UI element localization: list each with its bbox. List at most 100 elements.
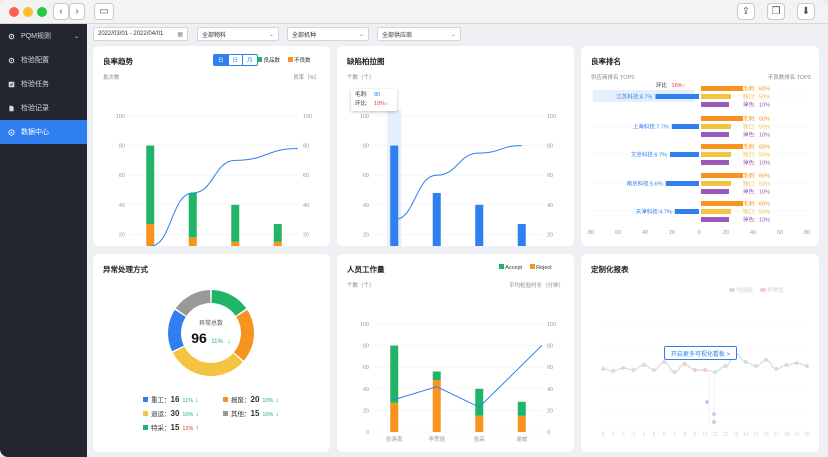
exception-name: 报废： — [231, 397, 251, 404]
chevron-down-icon: ⌄ — [450, 32, 456, 38]
sidebar-item-pqm-rules[interactable]: PQM规则 ⌄ — [0, 24, 87, 48]
chevron-right-icon: › — [75, 6, 79, 17]
sidebar-icon: ▭ — [99, 6, 109, 17]
defect-label: 掉色: — [743, 101, 756, 109]
reject-bar — [390, 402, 399, 432]
y-right-tick-label: 80 — [547, 344, 553, 350]
y-tick-label: 100 — [360, 114, 369, 120]
y-right-tick-label: 80 — [547, 144, 553, 150]
title-bar: ‹ › ▭ ⇪ ❐ ⬇ — [0, 0, 828, 24]
defect-label: 毛刺: — [743, 172, 756, 180]
accept-bar — [517, 401, 526, 416]
x-tick-label: 李思瑶 — [428, 435, 445, 443]
sidebar-toggle-button[interactable]: ▭ — [94, 3, 114, 20]
share-icon: ⇪ — [741, 6, 751, 17]
date-range-picker[interactable]: 2022/03/01 - 2022/04/01 ▦ — [93, 27, 188, 41]
donut-center-ratio: 11% — [211, 339, 223, 345]
exception-card: 异常处理方式 异常总数 96 11% ↓ 重工：16 11% ↓ 报废：20 10% ↓ 退… — [93, 254, 330, 452]
defect-bar — [701, 209, 731, 214]
sidebar-item-label: 检验记录 — [21, 105, 49, 112]
tabs-button[interactable]: ❐ — [767, 3, 785, 20]
defect-value: 10% — [759, 133, 770, 139]
y-tick-label: 100 — [116, 114, 125, 120]
y-tick-label: 40 — [363, 203, 369, 209]
defect-bar — [701, 173, 743, 178]
exception-name: 特采： — [151, 425, 171, 432]
y-tick-label: 80 — [363, 344, 369, 350]
defect-bar — [390, 145, 399, 246]
y-right-tick-label: 0 — [547, 430, 550, 436]
model-select[interactable]: 全部机种 ⌄ — [287, 27, 369, 41]
defect-bar — [701, 217, 729, 222]
supplier-label: 上海科技:7.7% — [633, 123, 669, 131]
arrow-down-icon: ↓ — [275, 411, 279, 418]
close-window-button[interactable] — [9, 7, 19, 17]
material-select[interactable]: 全部物料 ⌄ — [197, 27, 279, 41]
good-bar — [273, 224, 282, 242]
sidebar-item-data-center[interactable]: 数据中心 — [0, 120, 87, 144]
custom-report-card: 定制化报表 均测值 异常值 0 1 2 3 4 5 6 7 8 9 10 11 12 13 14 15 16 17… — [581, 254, 819, 452]
x-tick-label: 0 — [697, 230, 700, 236]
legend-swatch — [223, 397, 228, 402]
exception-legend-item: 退运：30 10% ↓ — [143, 408, 199, 418]
share-button[interactable]: ⇪ — [737, 3, 755, 20]
defect-bar — [701, 160, 729, 165]
arrow-down-icon: ↓ — [195, 411, 199, 418]
yield-trend-card: 良率趋势 日 日 月 良品数 不良数 批次数 良率（%） 00202040406… — [93, 46, 330, 246]
bad-bar — [146, 224, 155, 246]
model-value: 全部机种 — [292, 32, 317, 39]
exception-legend-item: 其他：15 10% ↓ — [223, 408, 279, 418]
y-tick-label: 80 — [119, 144, 125, 150]
staff-workload-chart: 0 0 20 20 40 40 60 60 80 80 100 100 张洛南 李思瑶 张高 谢威 — [360, 322, 556, 443]
defect-label: 毛刺: — [743, 143, 756, 151]
defect-value: 50% — [759, 153, 770, 159]
donut-center: 异常总数 96 11% ↓ — [181, 318, 241, 348]
supplier-bar — [665, 181, 699, 186]
forward-button[interactable]: › — [69, 3, 85, 20]
y-tick-label: 20 — [119, 232, 125, 238]
cumulative-line — [394, 145, 522, 221]
x-tick-label: 张洛南 — [386, 435, 403, 443]
maximize-window-button[interactable] — [37, 7, 47, 17]
exception-ratio: 10% — [262, 398, 274, 404]
defect-label: 掉色: — [743, 159, 756, 167]
chevron-down-icon: ⌄ — [268, 32, 274, 38]
defect-value: 10% — [759, 190, 770, 196]
download-button[interactable]: ⬇ — [797, 3, 815, 20]
arrow-up-icon: ↑ — [195, 425, 199, 432]
minimize-window-button[interactable] — [23, 7, 33, 17]
sidebar-item-inspection-record[interactable]: 检验记录 — [0, 96, 87, 120]
sidebar-item-inspection-task[interactable]: 检验任务 — [0, 72, 87, 96]
donut-center-label: 异常总数 — [198, 321, 223, 327]
x-tick-label: 60 — [615, 230, 621, 236]
y-tick-label: 20 — [363, 232, 369, 238]
y-right-tick-label: 100 — [547, 322, 556, 328]
defect-label: 毛刺: — [743, 115, 756, 123]
open-more-dashboards-button[interactable]: 开启更多可视化看板 > — [664, 346, 737, 360]
arrow-down-icon: ↓ — [275, 397, 279, 404]
defect-bar — [475, 204, 484, 246]
supplier-bar — [655, 94, 699, 99]
y-tick-label: 60 — [363, 365, 369, 371]
yield-trend-chart: 00202040406060808010010003/0103/0203/030… — [116, 114, 312, 246]
donut-center-value: 96 — [191, 330, 207, 346]
defect-pareto-card: 缺陷柏拉图 个数（个） 002020404060608080100100毛刺破损… — [337, 46, 574, 246]
defect-label: 缺口: — [743, 180, 756, 188]
sidebar-item-inspection-config[interactable]: 检验配置 — [0, 48, 87, 72]
donut-slice — [175, 290, 211, 316]
exception-name: 其他： — [231, 411, 251, 418]
exception-name: 重工： — [151, 397, 171, 404]
gear-icon — [8, 33, 15, 39]
checklist-icon — [8, 81, 15, 87]
back-button[interactable]: ‹ — [53, 3, 69, 20]
supplier-label: 江苏科技:8.7% — [616, 93, 652, 101]
exception-value: 30 — [170, 409, 180, 418]
defect-label: 掉色: — [743, 188, 756, 196]
defect-label: 缺口: — [743, 123, 756, 131]
defect-pareto-chart: 002020404060608080100100毛刺破损断裂掉色 — [360, 110, 556, 246]
tooltip-ratio-value: 10% — [374, 101, 386, 107]
dim-overlay — [581, 280, 819, 452]
supplier-select[interactable]: 全部供应商 ⌄ — [377, 27, 461, 41]
defect-value: 50% — [759, 182, 770, 188]
x-tick-label: 张高 — [474, 435, 486, 443]
